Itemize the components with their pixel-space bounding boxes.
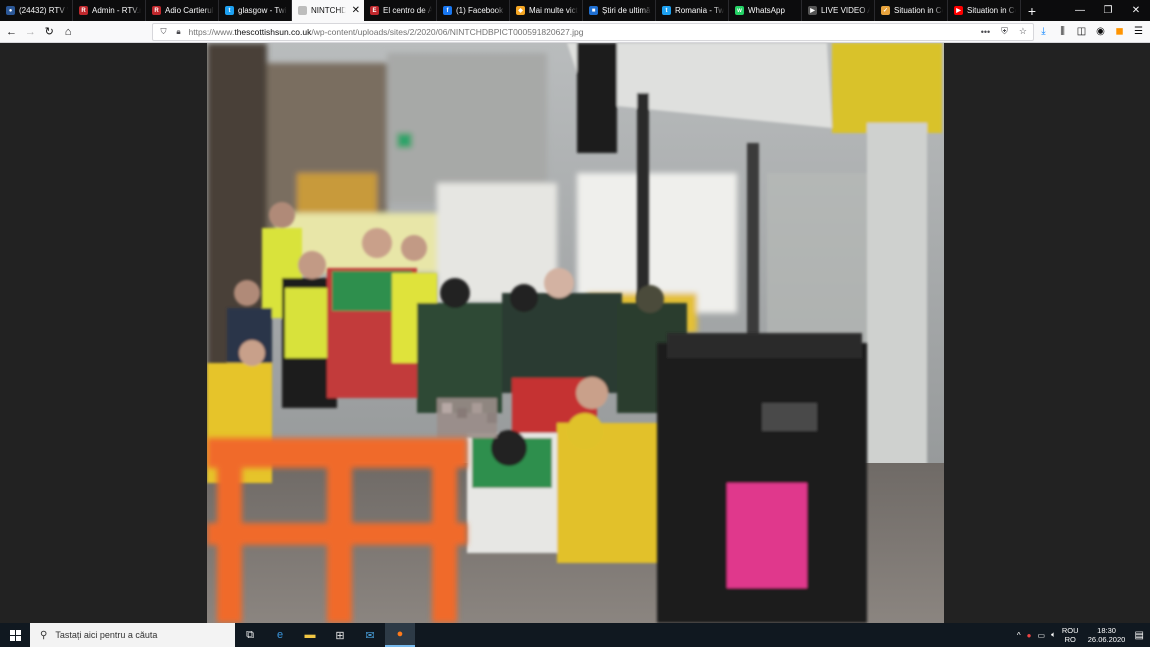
tab-label: Situation in Ce <box>894 6 943 15</box>
photo-illustration <box>207 43 944 623</box>
file-explorer-icon[interactable]: ▬ <box>295 623 325 647</box>
tab-label: Adio Cartierul <box>165 6 214 15</box>
url-text[interactable]: https://www.thescottishsun.co.uk/wp-cont… <box>189 27 970 37</box>
tab-11[interactable]: ▶ LIVE VIDEO AU <box>802 0 875 21</box>
tab-2[interactable]: R Adio Cartierul <box>146 0 219 21</box>
url-prefix: https://www. <box>188 26 235 37</box>
menu-icon[interactable]: ☰ <box>1129 22 1148 42</box>
input-language[interactable]: ROU RO <box>1062 626 1079 644</box>
page-content <box>0 43 1150 623</box>
news-icon: ✓ <box>881 6 890 15</box>
shield-icon[interactable]: ⛉ <box>159 27 169 37</box>
edge-icon[interactable]: e <box>265 623 295 647</box>
restore-button[interactable]: ❐ <box>1094 0 1122 21</box>
tab-8[interactable]: ■ Știri de ultimă <box>583 0 656 21</box>
tab-label: Admin - RTV.ro <box>92 6 141 15</box>
forward-button[interactable]: → <box>21 22 40 42</box>
news-icon: ◆ <box>516 6 525 15</box>
twitter-icon: t <box>662 6 671 15</box>
system-tray: ^ ● ▭ 🔈︎ ROU RO 18:30 26.06.2020 ▤ <box>1017 626 1150 644</box>
firefox-icon[interactable]: ● <box>385 623 415 647</box>
pocket-icon[interactable]: ⛨ <box>1001 26 1008 37</box>
twitter-icon: t <box>225 6 234 15</box>
tab-label: glasgow - Twitt <box>238 6 287 15</box>
tab-10[interactable]: w WhatsApp <box>729 0 802 21</box>
tab-label: Romania - Twit <box>675 6 724 15</box>
navigation-toolbar: ← → ↻ ⌂ ⛉ 🔒︎ https://www.thescottishsun.… <box>0 21 1150 43</box>
notifications-icon[interactable]: ▤ <box>1135 630 1144 641</box>
network-icon[interactable]: ▭ <box>1038 631 1046 640</box>
reload-button[interactable]: ↻ <box>40 22 59 42</box>
sidebar-icon[interactable]: ◫ <box>1072 22 1091 42</box>
search-icon: ⚲ <box>40 629 48 641</box>
clock-date: 26.06.2020 <box>1087 635 1126 644</box>
back-button[interactable]: ← <box>2 22 21 42</box>
mail-icon[interactable]: ✉ <box>355 623 385 647</box>
image-icon <box>298 6 307 15</box>
tab-3[interactable]: t glasgow - Twitt <box>219 0 292 21</box>
tab-9[interactable]: t Romania - Twit <box>656 0 729 21</box>
tab-label: Mai multe victi <box>529 6 578 15</box>
people-icon[interactable]: ● <box>1027 631 1032 640</box>
tab-label: Situation in Ce <box>967 6 1016 15</box>
youtube-icon: ▶ <box>954 6 963 15</box>
windows-logo-icon <box>9 629 21 641</box>
speaker-icon[interactable]: 🔈︎ <box>1051 630 1056 640</box>
tab-label: (24432) RTV We <box>19 6 68 15</box>
downloads-icon[interactable]: ⤓ <box>1034 22 1053 42</box>
tab-label: WhatsApp <box>748 6 785 15</box>
toolbar-right: ⤓ ⫼ ◫ ◉ ◼ ☰ <box>1034 22 1150 42</box>
tab-0[interactable]: ● (24432) RTV We <box>0 0 73 21</box>
tab-5[interactable]: E El centro de Á <box>364 0 437 21</box>
news-photo <box>207 43 944 623</box>
tab-strip: ● (24432) RTV We R Admin - RTV.ro R Adio Cart… <box>0 0 1150 21</box>
bookmark-star-icon[interactable]: ☆ <box>1019 26 1027 37</box>
clock[interactable]: 18:30 26.06.2020 <box>1085 626 1129 644</box>
tab-label: LIVE VIDEO AU <box>821 6 870 15</box>
news-icon: E <box>370 6 379 15</box>
home-button[interactable]: ⌂ <box>59 22 78 42</box>
url-domain: thescottishsun.co.uk <box>234 26 312 37</box>
window-controls: — ❐ ✕ <box>1066 0 1150 21</box>
account-icon[interactable]: ◉ <box>1091 22 1110 42</box>
tab-label: Știri de ultimă <box>602 6 651 15</box>
tab-label: (1) Facebook <box>456 6 504 15</box>
tab-1[interactable]: R Admin - RTV.ro <box>73 0 146 21</box>
store-icon[interactable]: ⊞ <box>325 623 355 647</box>
facebook-icon: f <box>443 6 452 15</box>
language-code: ROU <box>1061 626 1079 635</box>
tab-7[interactable]: ◆ Mai multe victi <box>510 0 583 21</box>
whatsapp-icon: w <box>735 6 744 15</box>
tab-6[interactable]: f (1) Facebook <box>437 0 510 21</box>
search-placeholder: Tastați aici pentru a căuta <box>55 630 158 640</box>
lock-icon[interactable]: 🔒︎ <box>174 27 184 37</box>
url-bar[interactable]: ⛉ 🔒︎ https://www.thescottishsun.co.uk/wp… <box>151 22 1034 41</box>
keyboard-layout: RO <box>1064 635 1076 644</box>
taskbar-search[interactable]: ⚲ Tastați aici pentru a căuta <box>30 623 235 647</box>
close-window-button[interactable]: ✕ <box>1122 0 1150 21</box>
show-hidden-icons-icon[interactable]: ^ <box>1017 631 1021 640</box>
tab-label: NINTCHDBPICT <box>311 6 346 15</box>
news-icon: ■ <box>589 6 598 15</box>
close-tab-icon[interactable]: ✕ <box>352 5 360 16</box>
rtv-icon: ● <box>6 6 15 15</box>
library-icon[interactable]: ⫼ <box>1053 22 1072 42</box>
page-actions-button[interactable]: ••• <box>981 27 990 37</box>
rtv-admin-icon: R <box>79 6 88 15</box>
tab-12[interactable]: ✓ Situation in Ce <box>875 0 948 21</box>
start-button[interactable] <box>0 623 30 647</box>
task-view-icon[interactable]: ⧉ <box>235 623 265 647</box>
windows-taskbar: ⚲ Tastați aici pentru a căuta ⧉ e ▬ ⊞ ✉ … <box>0 623 1150 647</box>
extension-icon[interactable]: ◼ <box>1110 22 1129 42</box>
tab-label: El centro de Á <box>383 6 432 15</box>
rtv-icon: R <box>152 6 161 15</box>
tab-4[interactable]: NINTCHDBPICT ✕ <box>292 0 364 21</box>
minimize-button[interactable]: — <box>1066 0 1094 21</box>
url-path: /wp-content/uploads/sites/2/2020/06/NINT… <box>311 26 584 37</box>
tab-list: ● (24432) RTV We R Admin - RTV.ro R Adio Cart… <box>0 0 1021 21</box>
new-tab-button[interactable]: + <box>1021 0 1043 21</box>
clock-time: 18:30 <box>1097 626 1116 635</box>
video-icon: ▶ <box>808 6 817 15</box>
tab-13[interactable]: ▶ Situation in Ce <box>948 0 1021 21</box>
